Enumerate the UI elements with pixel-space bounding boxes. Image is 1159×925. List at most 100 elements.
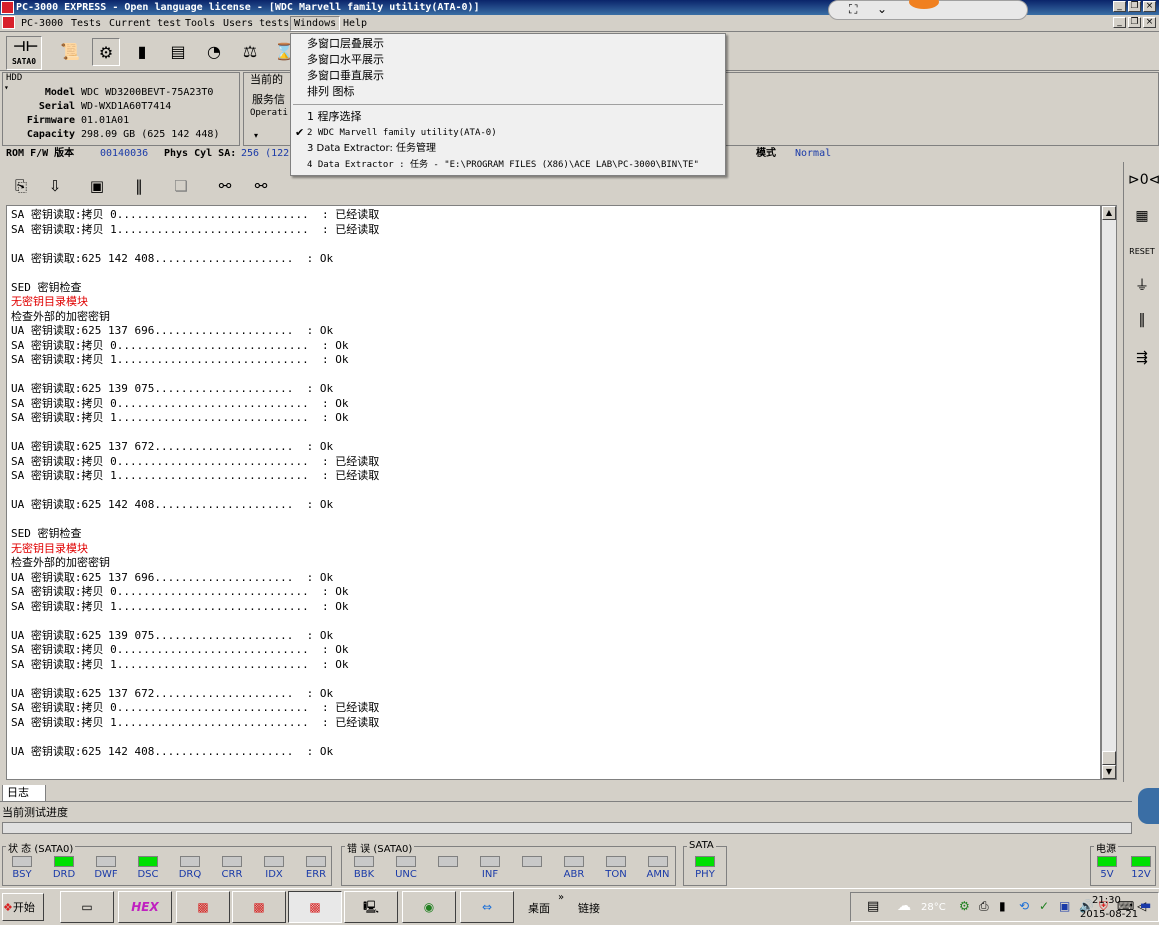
step-icon[interactable]: ⇶ — [1128, 344, 1156, 372]
sata0-label: SATA0 — [11, 57, 37, 66]
taskbar-teamviewer-icon[interactable]: ⇔ — [460, 891, 514, 923]
menu-tile-horizontal[interactable]: 多窗口水平展示 — [307, 52, 384, 68]
menu-pc3000[interactable]: PC-3000 — [18, 17, 66, 30]
led-label: PHY — [695, 869, 715, 880]
menu-window-4[interactable]: 4 Data Extractor : 任务 - "E:\PROGRAM FILE… — [307, 157, 699, 173]
show-desktop-icon[interactable]: ▬ — [1140, 898, 1151, 912]
firmware-value: 01.01A01 — [81, 115, 130, 126]
start-label: 开始 — [12, 901, 35, 914]
balance-icon[interactable]: ⚖ — [236, 38, 264, 66]
window-title: PC-3000 EXPRESS - Open language license … — [16, 2, 480, 13]
check-icon: ✔ — [295, 126, 305, 139]
close-icon[interactable]: × — [1143, 1, 1156, 12]
side-widget-icon[interactable] — [1138, 788, 1159, 824]
log-text-area[interactable]: SA 密钥读取:拷贝 0............................… — [6, 205, 1101, 780]
led-label: DSC — [137, 869, 159, 880]
log-line: UA 密钥读取:625 142 408.....................… — [11, 251, 334, 265]
floating-toolbar[interactable]: ⛶ ⌄ — [828, 0, 1028, 20]
log-line: SA 密钥读取:拷贝 1............................… — [11, 599, 349, 613]
chip-board-icon[interactable]: ▦ — [1128, 202, 1156, 230]
find-next-icon[interactable]: ⚯ — [250, 175, 272, 197]
tab-log[interactable]: 日志 — [2, 785, 46, 802]
scroll-down-icon[interactable]: ▼ — [1102, 765, 1116, 779]
tray-sync-icon[interactable]: ⟲ — [1019, 899, 1029, 913]
taskbar-computer-icon[interactable]: 🖳 — [344, 891, 398, 923]
tray-film-icon[interactable]: ▮ — [999, 899, 1006, 913]
log-scrollbar[interactable]: ▲ ▼ — [1101, 205, 1117, 780]
menu-current-test[interactable]: Current test — [106, 17, 184, 30]
menu-arrange-icons[interactable]: 排列 图标 — [307, 84, 355, 100]
menu-window-3[interactable]: 3 Data Extractor: 任务管理 — [307, 141, 436, 157]
start-button[interactable]: ❖开始 — [2, 893, 44, 921]
chip-icon[interactable]: ▮ — [128, 38, 156, 66]
child-minimize-icon[interactable]: _ — [1113, 17, 1126, 28]
error-group: 错 误 (SATA0) BBK UNC INF ABR TON AMN — [341, 840, 676, 886]
load-icon[interactable]: ⇩ — [44, 175, 66, 197]
links-toolbar-label[interactable]: 链接 — [578, 900, 600, 916]
led-label: BBK — [353, 869, 375, 880]
taskbar-pc3000-1-icon[interactable]: ▩ — [176, 891, 230, 923]
service-tab[interactable]: 服务信 — [252, 91, 285, 107]
scroll-icon[interactable]: 📜 — [56, 38, 84, 66]
menu-cascade[interactable]: 多窗口层叠展示 — [307, 36, 384, 52]
log-line: SA 密钥读取:拷贝 0............................… — [11, 454, 380, 468]
network-icon[interactable]: ▤ — [867, 899, 879, 914]
find-icon[interactable]: ⚯ — [214, 175, 236, 197]
led-label: AMN — [646, 869, 670, 880]
tray-app-icon[interactable]: ⚙ — [959, 899, 970, 913]
menu-tests[interactable]: Tests — [68, 17, 104, 30]
tray-print-icon[interactable]: ⎙ — [979, 899, 989, 914]
taskbar-pc3000-2-icon[interactable]: ▩ — [232, 891, 286, 923]
menu-tile-vertical[interactable]: 多窗口垂直展示 — [307, 68, 384, 84]
save-icon[interactable]: ▣ — [86, 175, 108, 197]
database-icon[interactable]: ◔ — [200, 38, 228, 66]
restore-icon[interactable]: ❐ — [1128, 1, 1141, 12]
scroll-thumb[interactable] — [1102, 751, 1116, 765]
taskbar-hex-app[interactable]: HEX — [118, 891, 172, 923]
copy-icon[interactable]: ❏ — [170, 175, 192, 197]
menu-users-tests[interactable]: Users tests — [220, 17, 292, 30]
taskbar-drive-icon[interactable]: ▭ — [60, 891, 114, 923]
sata0-button[interactable]: ⊣⊢ SATA0 — [6, 36, 42, 70]
tray-check-icon[interactable]: ✓ — [1039, 899, 1049, 913]
tray-monitor-icon[interactable]: ▣ — [1059, 899, 1070, 913]
minimize-icon[interactable]: _ — [1113, 1, 1126, 12]
clock-date[interactable]: 2015-08-21 — [1080, 909, 1138, 920]
menu-tools[interactable]: Tools — [182, 17, 218, 30]
open-icon[interactable]: ⎘ — [10, 175, 32, 197]
menu-window-2[interactable]: 2 WDC Marvell family utility(ATA-0) — [307, 125, 497, 141]
menu-window-1[interactable]: 1 程序选择 — [307, 109, 362, 125]
drive-map-icon[interactable]: ▤ — [164, 38, 192, 66]
scroll-up-icon[interactable]: ▲ — [1102, 206, 1116, 220]
menu-help[interactable]: Help — [340, 17, 370, 30]
log-line: UA 密钥读取:625 137 672.....................… — [11, 440, 334, 453]
clock-time[interactable]: 21:30 — [1092, 895, 1121, 906]
led-label: ABR — [563, 869, 585, 880]
progress-bar — [2, 822, 1132, 834]
child-restore-icon[interactable]: ❐ — [1128, 17, 1141, 28]
app-icon[interactable] — [1, 1, 14, 14]
taskbar-ie-icon[interactable]: ◉ — [402, 891, 456, 923]
menu-windows[interactable]: Windows — [290, 16, 341, 31]
chevron-right-icon[interactable]: » — [558, 892, 564, 903]
pause-side-icon[interactable]: ‖ — [1128, 306, 1156, 334]
pause-icon[interactable]: ‖ — [128, 175, 150, 197]
led-label: DWF — [94, 869, 118, 880]
chevron-down-icon[interactable]: ⌄ — [877, 2, 887, 16]
power-cycle-icon[interactable]: ⊳0⊲ — [1128, 166, 1159, 194]
operation-dropdown-icon[interactable]: ▾ — [254, 131, 258, 140]
weather-icon[interactable]: ☁ — [897, 898, 911, 914]
led-amn — [648, 856, 668, 867]
expand-icon[interactable]: ⛶ — [849, 2, 857, 17]
child-close-icon[interactable]: × — [1143, 17, 1156, 28]
ground-icon[interactable]: ⏚ — [1128, 272, 1156, 300]
gears-icon[interactable]: ⚙ — [92, 38, 120, 66]
phys-value: 256 (122) — [241, 148, 296, 159]
desktop-toolbar-label[interactable]: 桌面 — [528, 900, 550, 916]
taskbar-pc3000-active-icon[interactable]: ▩ — [288, 891, 342, 923]
led-crr — [222, 856, 242, 867]
reset-icon[interactable]: RESET — [1128, 238, 1156, 266]
led-label: DRD — [52, 869, 76, 880]
log-line: 检查外部的加密密钥 — [11, 309, 110, 323]
mdi-child-icon[interactable] — [2, 16, 15, 29]
